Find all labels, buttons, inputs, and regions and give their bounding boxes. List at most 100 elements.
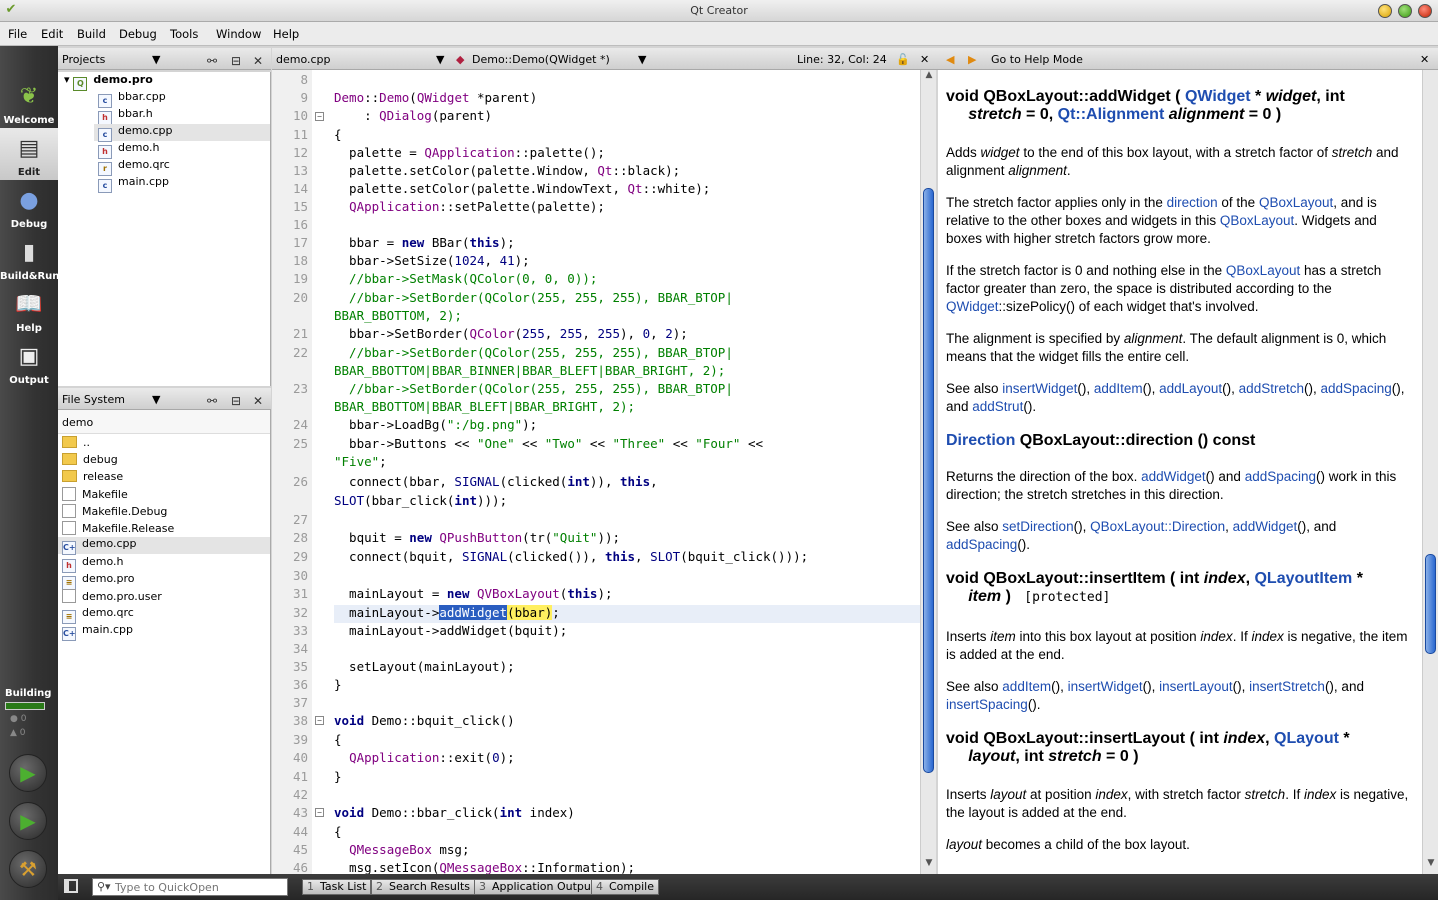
line-number: 40: [292, 750, 308, 765]
doc-paragraph: Returns the direction of the box. addWid…: [946, 469, 1397, 502]
tab-compile[interactable]: 4 Compile: [591, 879, 659, 895]
tree-item[interactable]: h bbar.h: [98, 107, 153, 125]
menu-file[interactable]: File: [8, 27, 27, 41]
scroll-down-arrow-icon[interactable]: ▼: [1424, 858, 1438, 872]
tab-task-list[interactable]: 1 Task List: [302, 879, 372, 895]
link-icon[interactable]: ⚯: [204, 393, 220, 409]
close-pane-icon[interactable]: ✕: [250, 53, 266, 69]
lock-icon: 🔓: [896, 53, 910, 66]
menu-tools[interactable]: Tools: [170, 27, 198, 41]
close-window-button[interactable]: [1418, 4, 1432, 18]
doc-see-also: See also insertWidget(), addItem(), addL…: [946, 381, 1405, 414]
project-file-icon: ≡: [62, 576, 76, 590]
output-icon: ▣: [18, 344, 40, 369]
mode-help[interactable]: 📖 Help: [0, 284, 58, 336]
tree-item[interactable]: c bbar.cpp: [98, 90, 166, 108]
tree-item[interactable]: r demo.qrc: [98, 158, 170, 176]
output-pane-bar: ⚲▾ 1Task List 2Search Results 3Applicati…: [58, 874, 1438, 900]
line-number: 30: [292, 568, 308, 583]
function-icon: ◆: [456, 53, 465, 66]
symbol-combo[interactable]: Demo::Demo(QWidget *): [472, 53, 610, 66]
list-item[interactable]: Makefile: [62, 487, 128, 504]
help-scrollbar[interactable]: ▼: [1422, 70, 1438, 874]
projects-dropdown-icon[interactable]: ▼: [152, 53, 160, 66]
debug-run-button[interactable]: ▶: [9, 802, 47, 840]
mode-welcome[interactable]: ❦ Welcome: [0, 76, 58, 128]
menu-help[interactable]: Help: [273, 27, 299, 41]
tree-item-project[interactable]: ▾ Qdemo.pro: [64, 73, 153, 91]
quickopen-field[interactable]: ⚲▾: [92, 878, 288, 896]
split-icon[interactable]: ⊟: [228, 393, 244, 409]
search-icon: ⚲▾: [97, 880, 111, 893]
tree-item-selected[interactable]: c demo.cpp: [94, 124, 270, 142]
menu-debug[interactable]: Debug: [119, 27, 157, 41]
line-number: 18: [292, 253, 308, 268]
close-help-icon[interactable]: ✕: [1420, 53, 1429, 66]
scrollbar-thumb[interactable]: [923, 188, 934, 773]
editor-toolbar: demo.cpp ▼ ◆ Demo::Demo(QWidget *) ▼ Lin…: [272, 48, 938, 70]
scroll-down-arrow-icon[interactable]: ▼: [922, 858, 936, 872]
line-number: 29: [292, 549, 308, 564]
close-pane-icon[interactable]: ✕: [250, 393, 266, 409]
mode-build-run[interactable]: ▮ Build&Run: [0, 232, 59, 284]
list-item-selected[interactable]: C+ demo.cpp: [58, 537, 270, 555]
list-item[interactable]: ..: [62, 436, 90, 453]
menu-window[interactable]: Window: [216, 27, 261, 41]
filesystem-dropdown-icon[interactable]: ▼: [152, 393, 160, 406]
go-to-help-mode-button[interactable]: Go to Help Mode: [991, 53, 1083, 66]
symbol-combo-arrow-icon[interactable]: ▼: [638, 53, 646, 66]
line-number: 16: [292, 217, 308, 232]
close-editor-icon[interactable]: ✕: [920, 53, 929, 66]
play-icon: ▶: [20, 761, 36, 785]
code-editor[interactable]: 8 9 10 11 12 13 14 15 16 17 18 19 20 21 22 23 24 25 26 27 28…: [272, 70, 920, 874]
file-combo-arrow-icon[interactable]: ▼: [436, 53, 444, 66]
tab-search-results[interactable]: 2 Search Results: [371, 879, 476, 895]
list-item[interactable]: Makefile.Release: [62, 521, 174, 538]
tab-application-output[interactable]: 3 Application Output: [474, 879, 601, 895]
list-item[interactable]: demo.pro.user: [62, 589, 162, 606]
split-icon[interactable]: ⊟: [228, 53, 244, 69]
forward-arrow-icon[interactable]: ▶: [968, 53, 976, 66]
tree-item[interactable]: c main.cpp: [98, 175, 169, 193]
line-number: 23: [292, 381, 308, 396]
mode-edit[interactable]: ▤ Edit: [0, 128, 58, 180]
doc-paragraph: Adds widget to the end of this box layou…: [946, 145, 1399, 178]
run-button[interactable]: ▶: [9, 754, 47, 792]
mode-output[interactable]: ▣ Output: [0, 336, 58, 388]
line-number: 21: [292, 326, 308, 341]
list-item[interactable]: h demo.h: [62, 555, 123, 573]
line-number: 39: [292, 732, 308, 747]
line-number: 25: [292, 436, 308, 451]
debug-icon: ●: [19, 188, 39, 213]
list-item[interactable]: Makefile.Debug: [62, 504, 167, 521]
toggle-sidebar-icon[interactable]: [64, 879, 78, 893]
line-number: 10: [292, 108, 308, 123]
build-button[interactable]: ⚒: [9, 850, 47, 888]
doc-paragraph: Inserts item into this box layout at pos…: [946, 629, 1408, 662]
list-item[interactable]: C+ main.cpp: [62, 623, 133, 641]
list-item[interactable]: debug: [62, 453, 118, 470]
mode-debug[interactable]: ● Debug: [0, 180, 58, 232]
scroll-up-arrow-icon[interactable]: ▲: [922, 70, 936, 84]
line-number: 26: [292, 474, 308, 489]
line-number: 46: [292, 860, 308, 874]
build-progress-bar: [5, 702, 45, 710]
editor-scrollbar[interactable]: ▲ ▼: [920, 70, 936, 874]
minimize-button[interactable]: [1378, 4, 1392, 18]
link-icon[interactable]: ⚯: [204, 53, 220, 69]
list-item[interactable]: release: [62, 470, 123, 487]
tree-item[interactable]: h demo.h: [98, 141, 159, 159]
list-item[interactable]: ≡ demo.pro: [62, 572, 135, 590]
menu-build[interactable]: Build: [77, 27, 106, 41]
back-arrow-icon[interactable]: ◀: [946, 53, 954, 66]
menu-edit[interactable]: Edit: [41, 27, 63, 41]
maximize-button[interactable]: [1398, 4, 1412, 18]
scrollbar-thumb[interactable]: [1425, 554, 1436, 654]
list-item[interactable]: ≡ demo.qrc: [62, 606, 134, 624]
quickopen-input[interactable]: [115, 880, 283, 894]
fold-marker-icon[interactable]: −: [315, 808, 324, 817]
fold-marker-icon[interactable]: −: [315, 716, 324, 725]
fold-marker-icon[interactable]: −: [315, 112, 324, 121]
line-number: 24: [292, 417, 308, 432]
editor-file-combo[interactable]: demo.cpp: [276, 53, 331, 66]
